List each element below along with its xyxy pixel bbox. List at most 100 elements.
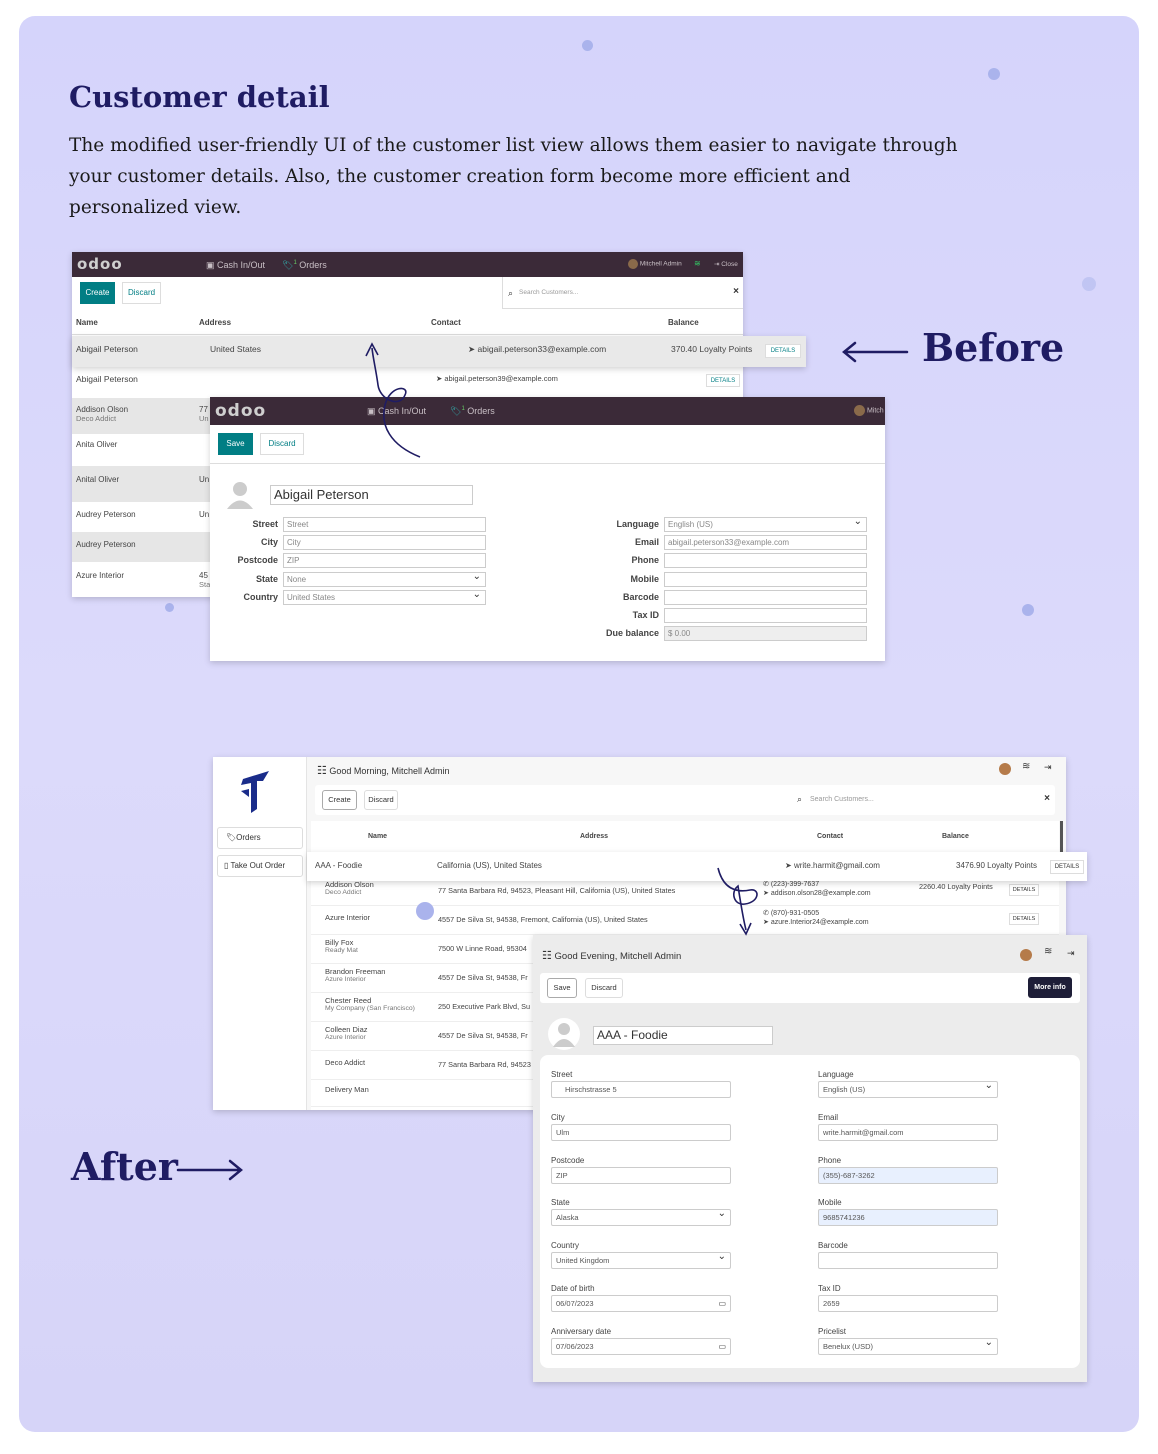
- discard-button[interactable]: Discard: [260, 433, 304, 455]
- field-input[interactable]: abigail.peterson33@example.com: [664, 535, 867, 551]
- divider: [210, 463, 885, 464]
- customer-name-input[interactable]: Abigail Peterson: [270, 485, 473, 505]
- after-highlight-row[interactable]: AAA - Foodie California (US), United Sta…: [307, 852, 1087, 881]
- field-input[interactable]: 9685741236: [818, 1209, 998, 1227]
- field-label: Email: [818, 1112, 839, 1122]
- annotation-arrow-icon: [717, 867, 758, 936]
- sidebar-takeout-button[interactable]: ▯ Take Out Order: [217, 855, 303, 877]
- field-label: Postcode: [237, 555, 278, 566]
- avatar: [854, 405, 865, 416]
- details-button[interactable]: DETAILS: [1009, 884, 1039, 896]
- logout-icon[interactable]: ⇥: [1067, 948, 1075, 959]
- arrow-left-icon: [842, 341, 909, 363]
- field-label: Language: [616, 519, 659, 529]
- exit-icon: ⇥: [714, 261, 720, 268]
- details-button[interactable]: DETAILS: [1009, 913, 1039, 925]
- field-input[interactable]: 07/06/2023: [551, 1337, 731, 1355]
- after-label: After: [71, 1144, 178, 1189]
- field-input[interactable]: Benelux (USD): [818, 1337, 998, 1355]
- field-input[interactable]: [664, 571, 867, 587]
- field-input[interactable]: Hirschstrasse 5: [551, 1081, 731, 1098]
- arrow-right-icon: [176, 1159, 243, 1181]
- close-button[interactable]: ⇥ Close: [714, 260, 738, 268]
- field-input[interactable]: 2659: [818, 1295, 998, 1312]
- search-icon: ⌕: [508, 288, 514, 298]
- greeting: ☷ Good Evening, Mitchell Admin: [542, 950, 682, 962]
- before-customer-form-screenshot: odoo ▣ Cash In/Out 🏷1 Orders Mitch Save …: [210, 397, 885, 661]
- field-input[interactable]: ZIP: [551, 1166, 731, 1184]
- field-input[interactable]: [818, 1252, 998, 1270]
- field-input[interactable]: Alaska: [551, 1209, 731, 1227]
- field-label: Country: [243, 591, 279, 602]
- before-list-topbar: odoo ▣ Cash In/Out 🏷1 Orders Mitchell Ad…: [72, 252, 743, 277]
- sidebar: 🏷Orders ▯ Take Out Order: [213, 757, 307, 1110]
- field-label: Email: [634, 537, 659, 548]
- field-input[interactable]: United Kingdom: [551, 1252, 731, 1270]
- column-header-balance: Balance: [668, 318, 699, 327]
- field-input[interactable]: English (US): [664, 517, 867, 532]
- cash-in-out-button[interactable]: ▣ Cash In/Out: [206, 260, 265, 271]
- field-input[interactable]: 06/07/2023: [551, 1295, 731, 1312]
- field-input[interactable]: United States: [283, 589, 486, 605]
- details-button[interactable]: DETAILS: [1050, 860, 1084, 874]
- create-button[interactable]: Create: [80, 282, 115, 304]
- field-input[interactable]: [664, 608, 867, 623]
- field-input[interactable]: Ulm: [551, 1123, 731, 1141]
- search-box[interactable]: ⌕ Search Customers... ×: [785, 785, 1055, 815]
- field-input[interactable]: None: [283, 571, 486, 587]
- avatar-placeholder-icon: [548, 1018, 580, 1050]
- discard-button[interactable]: Discard: [364, 790, 398, 810]
- field-label: Street: [252, 519, 278, 529]
- field-input[interactable]: English (US): [818, 1081, 998, 1098]
- form-panel: Street Hirschstrasse 5 City Ulm Postcode ZIP S…: [540, 1055, 1080, 1368]
- field-input[interactable]: [664, 553, 867, 569]
- wifi-icon: ≋: [1044, 946, 1053, 957]
- clear-search-icon[interactable]: ×: [1044, 793, 1050, 804]
- more-info-button[interactable]: More info: [1028, 977, 1072, 998]
- after-customer-form-screenshot: ☷ Good Evening, Mitchell Admin ≋ ⇥ Save …: [533, 935, 1087, 1382]
- column-header-address: Address: [580, 833, 609, 840]
- field-input[interactable]: [664, 589, 867, 605]
- field-input[interactable]: write.harmit@gmail.com: [818, 1123, 998, 1141]
- customer-name-input[interactable]: AAA - Foodie: [593, 1026, 773, 1045]
- field-input[interactable]: ZIP: [283, 553, 486, 569]
- avatar-placeholder-icon: [227, 482, 253, 509]
- details-button[interactable]: DETAILS: [706, 374, 740, 387]
- details-button[interactable]: DETAILS: [765, 344, 801, 358]
- user-menu[interactable]: Mitchell Admin: [628, 259, 682, 269]
- field-label: Barcode: [818, 1241, 848, 1251]
- column-header-address: Address: [199, 318, 232, 327]
- field-input[interactable]: Street: [283, 517, 486, 532]
- user-menu[interactable]: Mitch: [854, 405, 884, 416]
- discard-button[interactable]: Discard: [122, 282, 161, 304]
- field-input[interactable]: City: [283, 535, 486, 551]
- avatar[interactable]: [1020, 949, 1032, 961]
- search-icon: ⌕: [797, 794, 803, 804]
- list-icon: ☷: [317, 765, 327, 777]
- orders-button[interactable]: 🏷1 Orders: [450, 406, 495, 417]
- create-button[interactable]: Create: [322, 790, 357, 810]
- field-input[interactable]: $ 0.00: [664, 626, 867, 642]
- discard-button[interactable]: Discard: [585, 978, 623, 998]
- save-button[interactable]: Save: [218, 433, 253, 455]
- logout-icon[interactable]: ⇥: [1044, 762, 1052, 773]
- field-input[interactable]: (355)-687-3262: [818, 1166, 998, 1184]
- mobile-icon: ▯: [224, 861, 229, 870]
- before-label: Before: [922, 325, 1065, 370]
- save-button[interactable]: Save: [547, 978, 577, 998]
- wifi-icon: ≋: [1022, 761, 1031, 772]
- sidebar-orders-button[interactable]: 🏷Orders: [217, 827, 303, 849]
- orders-button[interactable]: 🏷1 Orders: [282, 260, 327, 271]
- field-label: Due balance: [605, 628, 659, 639]
- avatar[interactable]: [999, 763, 1011, 775]
- column-header-balance: Balance: [942, 833, 969, 840]
- search-box[interactable]: ⌕ Search Customers... ×: [502, 277, 743, 309]
- wifi-icon: ≋: [694, 259, 701, 268]
- field-label: Phone: [631, 555, 659, 566]
- field-label: City: [551, 1112, 565, 1122]
- tag-icon: 🏷: [282, 260, 294, 270]
- tag-icon: 🏷: [226, 833, 237, 842]
- column-header-contact: Contact: [817, 833, 844, 840]
- decor-dot: [582, 40, 593, 51]
- clear-search-icon[interactable]: ×: [733, 286, 739, 297]
